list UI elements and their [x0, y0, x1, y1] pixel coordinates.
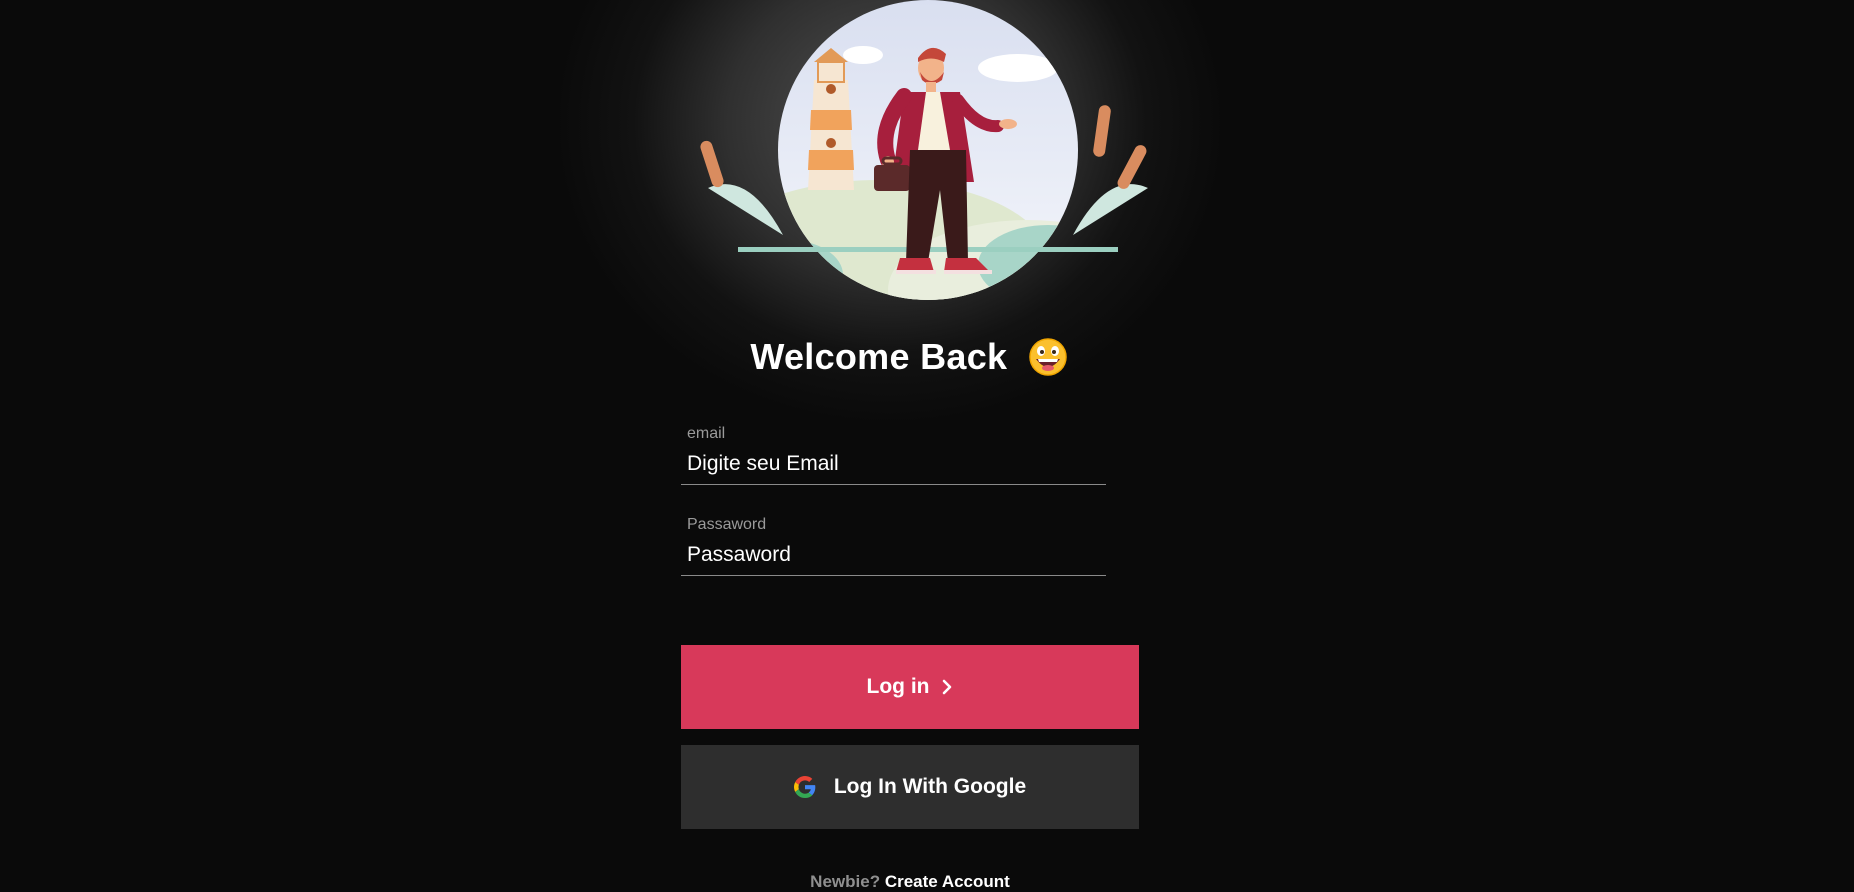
password-label: Passaword: [687, 516, 767, 533]
signup-prompt: Newbie? Create Account: [0, 872, 1820, 892]
login-button[interactable]: Log in: [681, 645, 1139, 729]
grinning-emoji-icon: [1028, 338, 1067, 376]
password-input[interactable]: [681, 534, 1106, 576]
newbie-text: Newbie?: [810, 872, 881, 891]
google-login-button[interactable]: Log In With Google: [681, 745, 1139, 829]
login-button-label: Log in: [866, 675, 930, 698]
email-input[interactable]: [681, 443, 1106, 485]
password-field-group: Passaword: [681, 516, 1106, 576]
create-account-link[interactable]: Create Account: [885, 872, 1010, 891]
chevron-right-icon: [941, 679, 953, 695]
google-button-label: Log In With Google: [833, 775, 1027, 798]
welcome-title: Welcome Back: [750, 336, 1008, 377]
google-icon: [793, 776, 816, 798]
hero-illustration: [700, 0, 1148, 300]
page-title: Welcome Back: [0, 336, 1818, 378]
email-label: email: [687, 425, 726, 442]
email-field-group: email: [681, 425, 1106, 485]
